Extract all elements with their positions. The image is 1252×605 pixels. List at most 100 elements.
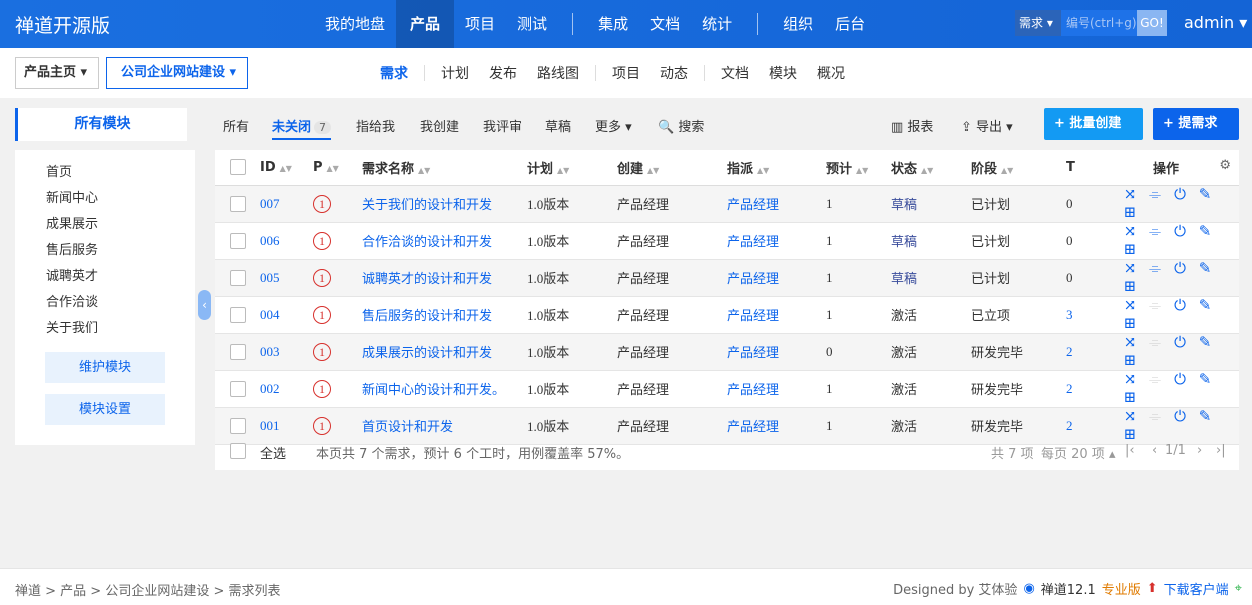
filter-all[interactable]: 所有	[223, 116, 249, 135]
nav-ci[interactable]: 集成	[587, 0, 639, 48]
close-story-icon[interactable]: ⏻	[1170, 223, 1190, 241]
tab-plan[interactable]: 计划	[431, 63, 479, 83]
row-select[interactable]	[215, 185, 260, 223]
nav-my[interactable]: 我的地盘	[314, 0, 396, 48]
filter-unclosed[interactable]: 未关闭 7	[272, 116, 332, 140]
nav-project[interactable]: 项目	[454, 0, 506, 48]
checkbox[interactable]	[230, 159, 246, 176]
split-icon[interactable]: ⊞	[1120, 241, 1140, 259]
nav-report[interactable]: 统计	[691, 0, 743, 48]
filter-assigned-to-me[interactable]: 指给我	[356, 116, 395, 135]
nav-admin[interactable]: 后台	[824, 0, 876, 48]
col-name[interactable]: 需求名称 ▲▼	[362, 150, 527, 186]
task-count[interactable]: 2	[1066, 333, 1096, 371]
tab-project[interactable]: 项目	[602, 63, 650, 83]
user-menu[interactable]: admin ▾	[1184, 13, 1247, 32]
filter-draft[interactable]: 草稿	[545, 116, 571, 135]
select-all-label[interactable]: 全选	[260, 443, 286, 462]
story-title-link[interactable]: 新闻中心的设计和开发。	[362, 370, 527, 408]
story-title-link[interactable]: 合作洽谈的设计和开发	[362, 222, 527, 260]
row-select[interactable]	[215, 333, 260, 371]
nav-test[interactable]: 测试	[506, 0, 558, 48]
checkbox[interactable]	[230, 196, 246, 212]
assignee-link[interactable]: 产品经理	[727, 222, 826, 260]
close-story-icon[interactable]: ⏻	[1170, 408, 1190, 426]
tab-release[interactable]: 发布	[479, 63, 527, 83]
breadcrumb[interactable]: 禅道 > 产品 > 公司企业网站建设 > 需求列表	[15, 580, 280, 599]
review-icon[interactable]: ⌯	[1145, 297, 1165, 315]
edit-icon[interactable]: ✎	[1195, 334, 1215, 352]
col-status[interactable]: 状态 ▲▼	[891, 150, 971, 186]
edit-icon[interactable]: ✎	[1195, 186, 1215, 204]
split-icon[interactable]: ⊞	[1120, 389, 1140, 407]
search-input[interactable]	[1061, 10, 1137, 36]
col-creator[interactable]: 创建 ▲▼	[617, 150, 727, 186]
split-icon[interactable]: ⊞	[1120, 204, 1140, 222]
filter-created-by-me[interactable]: 我创建	[420, 116, 459, 135]
edit-icon[interactable]: ✎	[1195, 408, 1215, 426]
split-icon[interactable]: ⊞	[1120, 278, 1140, 296]
review-icon[interactable]: ⌯	[1145, 186, 1165, 204]
tab-module[interactable]: 模块	[759, 63, 807, 83]
product-home-dropdown[interactable]: 产品主页 ▾	[15, 57, 99, 89]
col-assigned[interactable]: 指派 ▲▼	[727, 150, 826, 186]
checkbox[interactable]	[230, 344, 246, 360]
last-page-icon[interactable]: ›|	[1216, 443, 1226, 458]
module-item[interactable]: 首页	[46, 164, 98, 190]
story-title-link[interactable]: 诚聘英才的设计和开发	[362, 259, 527, 297]
review-icon[interactable]: ⌯	[1145, 260, 1165, 278]
story-title-link[interactable]: 售后服务的设计和开发	[362, 296, 527, 334]
tab-dynamic[interactable]: 动态	[650, 63, 698, 83]
story-id[interactable]: 003	[260, 333, 313, 371]
col-plan[interactable]: 计划 ▲▼	[527, 150, 617, 186]
filter-more-dropdown[interactable]: 更多 ▾	[595, 116, 632, 135]
pro-link[interactable]: 专业版	[1102, 579, 1141, 598]
checkbox[interactable]	[230, 233, 246, 249]
checkbox[interactable]	[230, 381, 246, 397]
review-icon[interactable]: ⌯	[1145, 371, 1165, 389]
story-title-link[interactable]: 关于我们的设计和开发	[362, 185, 527, 223]
module-item[interactable]: 合作洽谈	[46, 294, 98, 320]
story-id[interactable]: 005	[260, 259, 313, 297]
assignee-link[interactable]: 产品经理	[727, 296, 826, 334]
col-estimate[interactable]: 预计 ▲▼	[826, 150, 891, 186]
split-icon[interactable]: ⊞	[1120, 352, 1140, 370]
close-story-icon[interactable]: ⏻	[1170, 334, 1190, 352]
change-icon[interactable]: ⤨	[1120, 297, 1140, 315]
story-id[interactable]: 002	[260, 370, 313, 408]
checkbox[interactable]	[230, 270, 246, 286]
assignee-link[interactable]: 产品经理	[727, 333, 826, 371]
module-item[interactable]: 诚聘英才	[46, 268, 98, 294]
row-select[interactable]	[215, 222, 260, 260]
change-icon[interactable]: ⤨	[1120, 371, 1140, 389]
edit-icon[interactable]: ✎	[1195, 371, 1215, 389]
batch-create-button[interactable]: + 批量创建	[1044, 108, 1143, 140]
row-select[interactable]	[215, 296, 260, 334]
first-page-icon[interactable]: |‹	[1125, 443, 1135, 458]
close-story-icon[interactable]: ⏻	[1170, 186, 1190, 204]
product-switcher[interactable]: 公司企业网站建设 ▾	[106, 57, 248, 89]
edit-icon[interactable]: ✎	[1195, 260, 1215, 278]
version-link[interactable]: 禅道12.1	[1041, 579, 1096, 598]
checkbox[interactable]	[230, 307, 246, 323]
assignee-link[interactable]: 产品经理	[727, 185, 826, 223]
review-icon[interactable]: ⌯	[1145, 223, 1165, 241]
module-item[interactable]: 关于我们	[46, 320, 98, 346]
search-go-button[interactable]: GO!	[1137, 10, 1167, 36]
row-select[interactable]	[215, 370, 260, 408]
gear-icon[interactable]: ⚙	[1219, 158, 1231, 173]
tab-roadmap[interactable]: 路线图	[527, 63, 589, 83]
select-all-checkbox[interactable]	[230, 443, 246, 459]
module-item[interactable]: 成果展示	[46, 216, 98, 242]
collapse-sidebar-icon[interactable]: ‹	[198, 290, 211, 320]
split-icon[interactable]: ⊞	[1120, 315, 1140, 333]
module-item[interactable]: 新闻中心	[46, 190, 98, 216]
story-title-link[interactable]: 成果展示的设计和开发	[362, 333, 527, 371]
assignee-link[interactable]: 产品经理	[727, 259, 826, 297]
export-button[interactable]: ⇪ 导出 ▾	[961, 116, 1013, 135]
module-item[interactable]: 售后服务	[46, 242, 98, 268]
change-icon[interactable]: ⤨	[1120, 334, 1140, 352]
filter-reviewed-by-me[interactable]: 我评审	[483, 116, 522, 135]
tab-doc[interactable]: 文档	[711, 63, 759, 83]
close-story-icon[interactable]: ⏻	[1170, 371, 1190, 389]
